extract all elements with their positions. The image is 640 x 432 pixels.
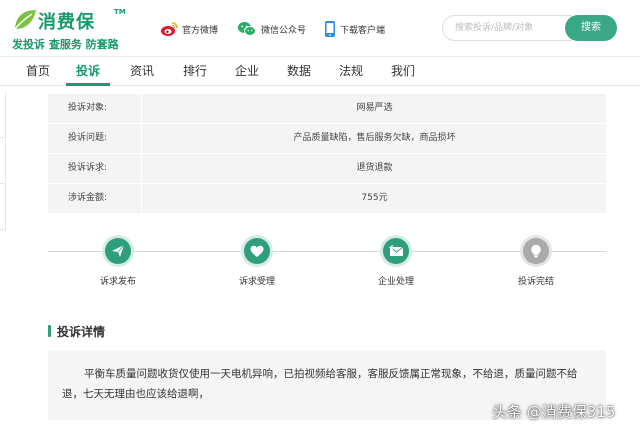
nav-item-about[interactable]: 我们 — [391, 57, 415, 86]
step-circle — [523, 238, 549, 264]
app-download-link[interactable]: 下载客户端 — [324, 19, 385, 39]
nav-item-enterprises[interactable]: 企业 — [235, 57, 259, 86]
nav-item-ranking[interactable]: 排行 — [183, 57, 207, 86]
nav-item-news[interactable]: 资讯 — [130, 57, 154, 86]
mail-reply-icon — [388, 245, 403, 256]
brand-slogan: 发投诉 查服务 防套路 — [12, 38, 119, 51]
search-input[interactable]: 搜索投诉/品牌/对象 — [442, 15, 572, 41]
step-accepted: 诉求受理 — [217, 238, 297, 287]
step-circle — [383, 238, 409, 264]
brand-title: 消费保 — [38, 12, 95, 33]
complaint-info-table: 投诉对象: 网易严选 投诉问题: 产品质量缺陷，售后服务欠缺，商品损坏 投诉诉求… — [48, 94, 606, 214]
active-tab-indicator — [66, 83, 110, 86]
wechat-icon — [238, 22, 256, 36]
step-published: 诉求发布 — [78, 238, 158, 287]
info-label: 涉诉金额: — [48, 184, 142, 213]
section-title-text: 投诉详情 — [57, 324, 106, 339]
wechat-link[interactable]: 微信公众号 — [237, 19, 306, 39]
complaint-detail-heading: 投诉详情 — [48, 322, 105, 340]
toutiao-watermark: 头条 @消费保315 — [492, 402, 616, 421]
info-row-issue: 投诉问题: 产品质量缺陷，售后服务欠缺，商品损坏 — [48, 124, 606, 154]
complaint-amount-value: 755元 — [361, 193, 388, 203]
section-marker — [48, 325, 51, 337]
send-icon — [112, 244, 125, 257]
weibo-icon — [161, 22, 178, 36]
complaint-demand-value: 退货退款 — [356, 163, 393, 173]
step-processing: 企业处理 — [356, 238, 436, 287]
info-row-target: 投诉对象: 网易严选 — [48, 94, 606, 124]
bulb-icon — [531, 244, 541, 258]
info-label: 投诉诉求: — [48, 154, 142, 183]
nav-item-home[interactable]: 首页 — [26, 57, 50, 86]
left-sidebar-edge — [0, 92, 6, 232]
weibo-link-label: 官方微博 — [182, 25, 219, 36]
complaint-target-value[interactable]: 网易严选 — [143, 94, 606, 123]
info-row-demand: 投诉诉求: 退货退款 — [48, 154, 606, 184]
wechat-link-label: 微信公众号 — [261, 25, 307, 36]
sidebar-cell — [0, 138, 5, 184]
sidebar-cell — [0, 92, 5, 138]
step-label: 诉求受理 — [238, 277, 275, 287]
heart-icon — [250, 245, 264, 257]
nav-item-data[interactable]: 数据 — [287, 57, 311, 86]
step-closed: 投诉完结 — [496, 238, 576, 287]
step-label: 诉求发布 — [99, 277, 136, 287]
step-circle — [105, 238, 131, 264]
nav-item-regulations[interactable]: 法规 — [339, 57, 363, 86]
info-label: 投诉问题: — [48, 124, 142, 153]
sidebar-cell — [0, 184, 5, 230]
leaf-logo-icon — [14, 10, 36, 30]
main-nav: 首页 投诉 资讯 排行 企业 数据 法规 我们 — [0, 56, 640, 86]
mobile-phone-icon — [325, 21, 335, 37]
weibo-link[interactable]: 官方微博 — [160, 19, 218, 39]
step-label: 投诉完结 — [517, 277, 554, 287]
step-circle — [244, 238, 270, 264]
trademark-mark: TM — [114, 8, 126, 16]
complaint-issue-value: 产品质量缺陷，售后服务欠缺，商品损坏 — [293, 133, 456, 143]
complaint-progress: 诉求发布 诉求受理 企业处理 投诉完结 — [48, 236, 606, 292]
brand-logo[interactable]: 消费保 TM 发投诉 查服务 防套路 — [12, 6, 142, 51]
nav-item-complaints[interactable]: 投诉 — [76, 57, 100, 86]
info-label: 投诉对象: — [48, 94, 142, 123]
step-label: 企业处理 — [377, 277, 414, 287]
info-row-amount: 涉诉金额: 755元 — [48, 184, 606, 214]
top-header: 消费保 TM 发投诉 查服务 防套路 官方微博 微信公众号 下载客户端 搜索投诉… — [0, 0, 640, 56]
search-button[interactable]: 搜索 — [565, 15, 617, 41]
app-download-label: 下载客户端 — [340, 25, 386, 36]
